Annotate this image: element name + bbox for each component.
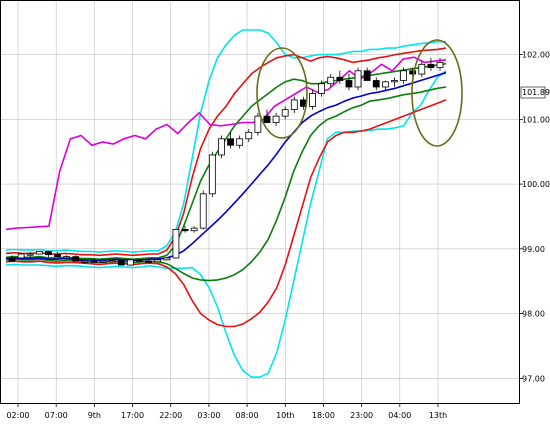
- candle-body: [263, 115, 271, 123]
- candle-body: [290, 99, 298, 111]
- candle-body: [427, 63, 435, 68]
- x-tick-label: 07:00: [45, 411, 68, 420]
- y-tick-label: 97.00: [522, 374, 545, 383]
- candle-body: [17, 253, 25, 259]
- x-tick-label: 23:00: [350, 411, 373, 420]
- y-tick-label: 101.00: [522, 115, 550, 124]
- x-tick-label: 10th: [276, 411, 294, 420]
- candle-body: [281, 109, 289, 117]
- candle-body: [108, 260, 116, 263]
- candle-body: [418, 63, 426, 75]
- candle-body: [72, 256, 80, 262]
- x-tick-label: 17:00: [121, 411, 144, 420]
- candle-body: [363, 70, 371, 81]
- x-tick-label: 08:00: [236, 411, 259, 420]
- candle-body: [63, 256, 71, 259]
- candle-body: [90, 260, 98, 263]
- candle-body: [236, 138, 244, 146]
- y-tick-label: 100.00: [522, 180, 550, 189]
- candle-body: [345, 80, 353, 88]
- candle-body: [126, 259, 134, 266]
- price-marker-label: 101.89: [522, 88, 550, 97]
- candle-body: [45, 251, 52, 256]
- candle-body: [336, 76, 344, 81]
- candle-body: [136, 259, 143, 262]
- candle-body: [145, 260, 152, 263]
- candle-body: [436, 61, 444, 68]
- x-tick-label: 03:00: [197, 411, 220, 420]
- x-tick-label: 22:00: [159, 411, 182, 420]
- candle-body: [391, 80, 398, 83]
- candle-body: [26, 253, 34, 256]
- candle-body: [99, 260, 107, 263]
- x-tick-label: 02:00: [6, 411, 29, 420]
- candle-body: [245, 131, 253, 140]
- candle-body: [227, 138, 234, 146]
- price-marker: 101.89: [520, 86, 550, 99]
- candle-body: [8, 257, 16, 262]
- candle-body: [35, 251, 43, 255]
- candle-body: [154, 259, 162, 263]
- candle-body: [254, 115, 262, 133]
- candle-body: [327, 76, 335, 85]
- x-tick-label: 13th: [429, 411, 447, 420]
- plot-background: [0, 0, 550, 424]
- candle-body: [81, 260, 89, 263]
- candle-body: [117, 260, 125, 266]
- x-tick-label: 9th: [88, 411, 101, 420]
- candle-body: [172, 229, 180, 259]
- candle-body: [54, 254, 61, 258]
- candle-body: [218, 138, 225, 156]
- candle-body: [208, 154, 216, 195]
- candle-body: [199, 193, 207, 229]
- candle-body: [318, 83, 326, 94]
- candle-body: [181, 229, 189, 232]
- candle-body: [381, 81, 389, 88]
- candle-body: [354, 70, 362, 88]
- chart: 102.00 101.00 100.00 99.00 98.00 97.00 02:00 0…: [0, 0, 550, 424]
- y-tick-label: 99.00: [522, 245, 545, 254]
- y-tick-label: 102.00: [522, 51, 550, 60]
- candle-body: [190, 227, 198, 232]
- y-tick-label: 98.00: [522, 310, 545, 319]
- candle-body: [372, 80, 380, 88]
- candle-body: [309, 93, 316, 107]
- x-tick-label: 18:00: [312, 411, 335, 420]
- candle-body: [400, 70, 407, 81]
- candle-body: [163, 257, 171, 261]
- x-tick-label: 04:00: [388, 411, 411, 420]
- candle-body: [272, 115, 280, 123]
